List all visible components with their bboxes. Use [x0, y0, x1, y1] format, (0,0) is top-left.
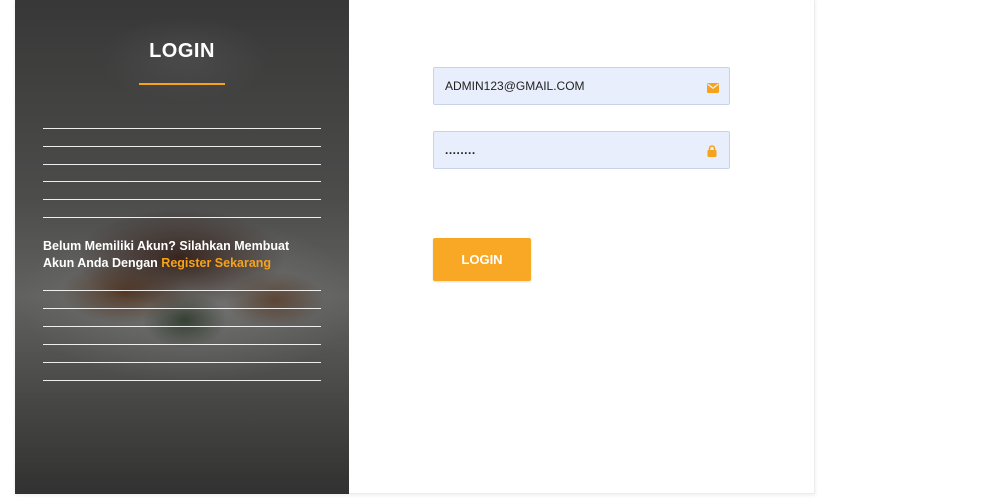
panel-title: LOGIN: [149, 40, 215, 62]
email-input[interactable]: [434, 68, 694, 104]
register-prompt: Belum Memiliki Akun? Silahkan Membuat Ak…: [43, 238, 323, 272]
divider-line: [43, 326, 321, 327]
divider-line: [43, 308, 321, 309]
password-field[interactable]: [433, 131, 730, 169]
divider-line: [43, 128, 321, 129]
divider-line: [43, 362, 321, 363]
divider-line: [43, 380, 321, 381]
login-side-panel: LOGIN Belum Memiliki Akun? Silahkan Memb…: [15, 0, 349, 494]
divider-line: [43, 181, 321, 182]
email-field[interactable]: [433, 67, 730, 105]
divider-line: [43, 344, 321, 345]
divider-line: [43, 146, 321, 147]
divider-line: [43, 290, 321, 291]
divider-line: [43, 217, 321, 218]
divider-line: [43, 164, 321, 165]
register-link[interactable]: Register Sekarang: [161, 256, 271, 270]
login-button[interactable]: LOGIN: [433, 238, 531, 281]
lock-icon: [707, 144, 719, 157]
login-card: LOGIN Belum Memiliki Akun? Silahkan Memb…: [15, 0, 815, 494]
title-underline: [139, 83, 225, 85]
divider-line: [43, 199, 321, 200]
envelope-icon: [707, 80, 719, 93]
password-input[interactable]: [434, 132, 694, 168]
